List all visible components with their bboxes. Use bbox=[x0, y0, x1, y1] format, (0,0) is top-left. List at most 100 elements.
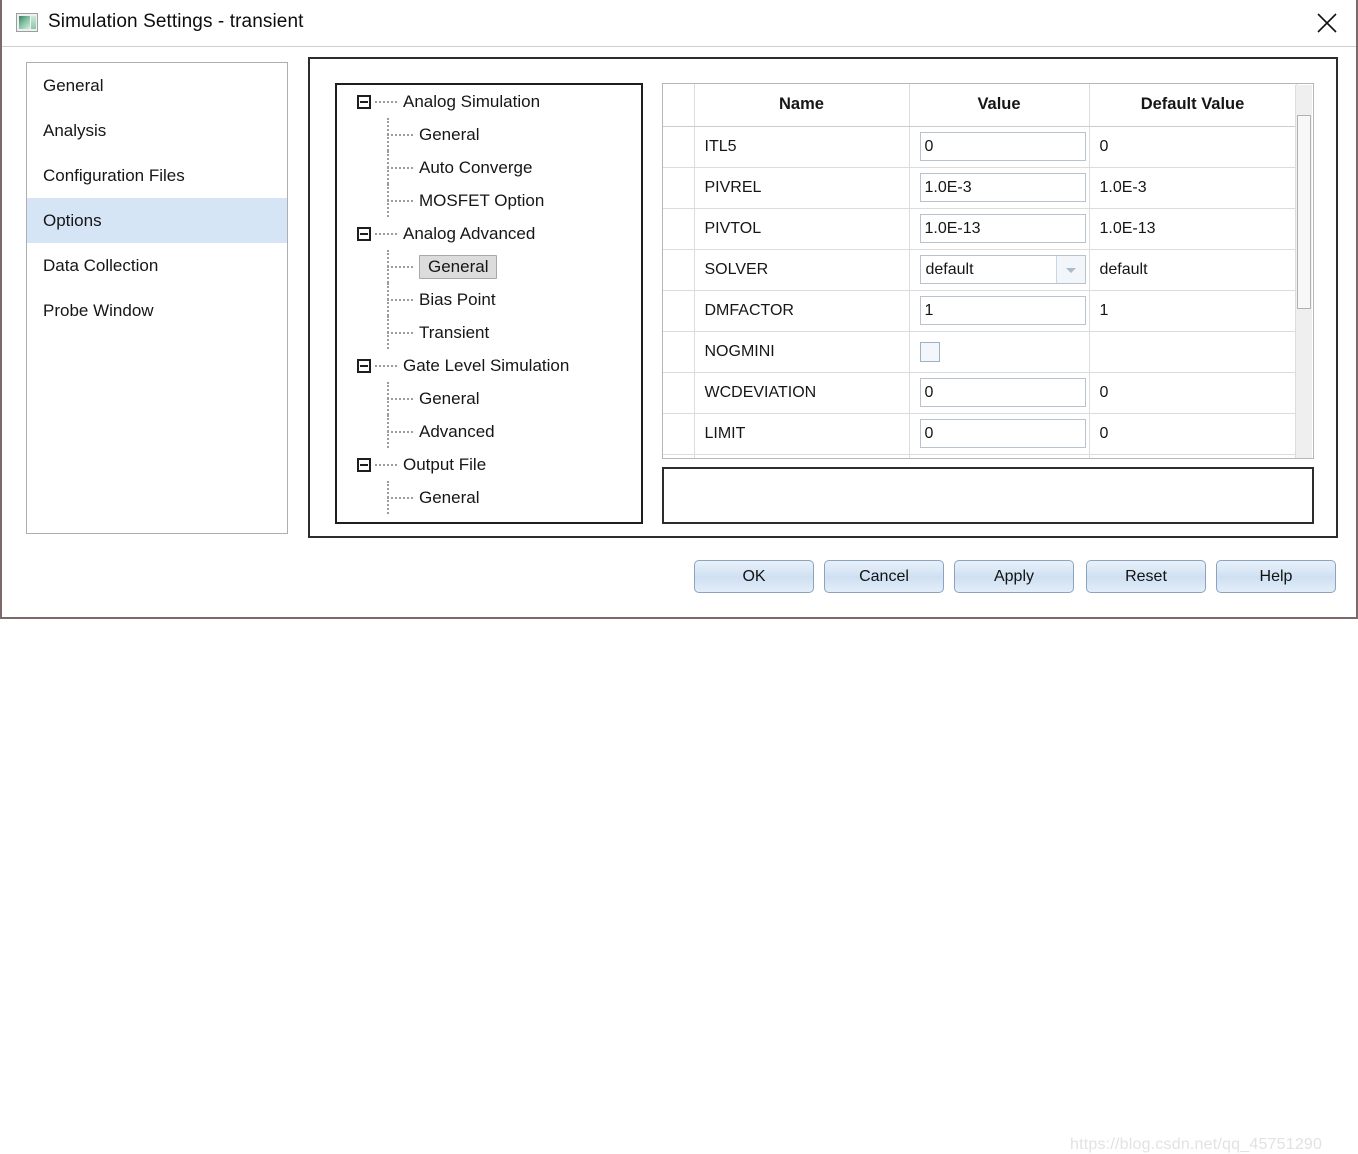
ok-button[interactable]: OK bbox=[694, 560, 814, 593]
table-vertical-scrollbar[interactable] bbox=[1295, 85, 1312, 458]
image-thumbnail-icon bbox=[16, 13, 38, 32]
tree-node-auto-converge[interactable]: Auto Converge bbox=[337, 151, 641, 184]
tree-connector-horizontal bbox=[387, 299, 413, 302]
settings-category-list[interactable]: General Analysis Configuration Files Option… bbox=[26, 62, 288, 534]
tree-node-mosfet-option[interactable]: MOSFET Option bbox=[337, 184, 641, 217]
option-default-value-cell: 1.0E-13 bbox=[1089, 208, 1297, 250]
options-table-head: Name Value Default Value bbox=[663, 84, 1297, 127]
tree-connector-horizontal bbox=[375, 365, 397, 368]
tree-node-label: Bias Point bbox=[419, 290, 496, 309]
apply-button[interactable]: Apply bbox=[954, 560, 1074, 593]
tree-node-transient[interactable]: Transient bbox=[337, 316, 641, 349]
option-value-cell bbox=[909, 454, 1090, 458]
option-default-value-cell: 1.0E-3 bbox=[1089, 167, 1297, 209]
option-value-cell bbox=[909, 413, 1090, 455]
close-glyph bbox=[1317, 13, 1337, 33]
sidebar-item-options[interactable]: Options bbox=[27, 198, 287, 243]
option-default-value-cell: 0 bbox=[1089, 126, 1297, 168]
tree-connector-horizontal bbox=[387, 431, 413, 434]
tree-node-output-file[interactable]: Output File bbox=[337, 448, 641, 481]
table-row: PIVREL 1.0E-3 bbox=[663, 167, 1297, 209]
row-gutter-cell[interactable] bbox=[663, 208, 695, 250]
table-row: ITL5 0 bbox=[663, 126, 1297, 168]
tree-node-general[interactable]: General bbox=[337, 481, 641, 514]
close-icon[interactable] bbox=[1304, 0, 1350, 46]
table-header-name: Name bbox=[694, 84, 910, 127]
table-row: WCDEVIATION 0 bbox=[663, 372, 1297, 414]
table-row: PIVTOL 1.0E-13 bbox=[663, 208, 1297, 250]
window-title: Simulation Settings - transient bbox=[48, 11, 304, 32]
tree-connector-horizontal bbox=[375, 464, 397, 467]
row-gutter-cell[interactable] bbox=[663, 454, 695, 458]
cancel-button[interactable]: Cancel bbox=[824, 560, 944, 593]
collapse-minus-icon[interactable] bbox=[357, 95, 371, 109]
collapse-minus-icon[interactable] bbox=[357, 458, 371, 472]
tree-connector-horizontal bbox=[387, 332, 413, 335]
options-table-body: ITL5 0 PIVREL 1.0E-3 PIVTOL 1.0E-13 SOLVER defa… bbox=[663, 126, 1297, 458]
tree-node-general[interactable]: General bbox=[337, 382, 641, 415]
option-value-input[interactable] bbox=[919, 214, 1086, 243]
tree-node-bias-point[interactable]: Bias Point bbox=[337, 283, 641, 316]
option-default-value-cell bbox=[1089, 331, 1297, 373]
reset-button[interactable]: Reset bbox=[1086, 560, 1206, 593]
tree-connector-horizontal bbox=[375, 101, 397, 104]
row-gutter-cell[interactable] bbox=[663, 290, 695, 332]
sidebar-item-data-collection[interactable]: Data Collection bbox=[27, 243, 287, 288]
option-value-input[interactable] bbox=[919, 132, 1086, 161]
option-description-box bbox=[662, 467, 1314, 524]
app-icon-right-swatch bbox=[31, 16, 36, 29]
option-name-cell: PIVREL bbox=[694, 167, 910, 209]
tree-node-analog-simulation[interactable]: Analog Simulation bbox=[337, 85, 641, 118]
option-value-input[interactable] bbox=[919, 173, 1086, 202]
app-icon-left-swatch bbox=[19, 16, 30, 29]
tree-node-label: Analog Advanced bbox=[403, 224, 536, 243]
row-gutter-cell[interactable] bbox=[663, 249, 695, 291]
option-name-cell: NOGMINI bbox=[694, 331, 910, 373]
row-gutter-cell[interactable] bbox=[663, 372, 695, 414]
sidebar-item-general[interactable]: General bbox=[27, 63, 287, 108]
row-gutter-cell[interactable] bbox=[663, 126, 695, 168]
tree-node-general[interactable]: General bbox=[337, 118, 641, 151]
tree-connector-horizontal bbox=[387, 398, 413, 401]
option-name-cell: ITL5 bbox=[694, 126, 910, 168]
tree-node-gate-level-simulation[interactable]: Gate Level Simulation bbox=[337, 349, 641, 382]
option-name-cell bbox=[694, 454, 910, 458]
option-value-input[interactable] bbox=[919, 296, 1086, 325]
scrollbar-thumb[interactable] bbox=[1297, 115, 1311, 309]
chevron-down-icon[interactable] bbox=[1055, 256, 1085, 283]
option-default-value-cell: 1 bbox=[1089, 290, 1297, 332]
sidebar-item-configuration-files[interactable]: Configuration Files bbox=[27, 153, 287, 198]
option-value-checkbox[interactable] bbox=[919, 341, 940, 362]
tree-node-analog-advanced[interactable]: Analog Advanced bbox=[337, 217, 641, 250]
option-value-dropdown[interactable]: default bbox=[919, 255, 1086, 284]
tree-node-label: MOSFET Option bbox=[419, 191, 545, 210]
sidebar-item-probe-window[interactable]: Probe Window bbox=[27, 288, 287, 333]
tree-node-label: Advanced bbox=[419, 422, 495, 441]
table-row: LIMIT 0 bbox=[663, 413, 1297, 455]
collapse-minus-icon[interactable] bbox=[357, 359, 371, 373]
tree-node-advanced[interactable]: Advanced bbox=[337, 415, 641, 448]
tree-node-label: General bbox=[419, 255, 498, 279]
table-header-default-value: Default Value bbox=[1089, 84, 1297, 127]
sidebar-item-analysis[interactable]: Analysis bbox=[27, 108, 287, 153]
options-tree[interactable]: Analog Simulation General Auto Converge MOS… bbox=[335, 83, 643, 524]
option-value-cell: default bbox=[909, 249, 1090, 291]
dropdown-selected-value: default bbox=[925, 261, 974, 278]
row-gutter-cell[interactable] bbox=[663, 413, 695, 455]
tree-node-general[interactable]: General bbox=[337, 250, 641, 283]
tree-connector-horizontal bbox=[375, 233, 397, 236]
table-row bbox=[663, 454, 1297, 458]
tree-node-label: Auto Converge bbox=[419, 158, 533, 177]
tree-node-label: Transient bbox=[419, 323, 490, 342]
row-gutter-cell[interactable] bbox=[663, 331, 695, 373]
collapse-minus-icon[interactable] bbox=[357, 227, 371, 241]
options-table: Name Value Default Value ITL5 0 PIVREL 1.0E… bbox=[663, 84, 1297, 458]
option-value-input[interactable] bbox=[919, 378, 1086, 407]
help-button[interactable]: Help bbox=[1216, 560, 1336, 593]
option-value-cell bbox=[909, 208, 1090, 250]
table-row: NOGMINI bbox=[663, 331, 1297, 373]
row-gutter-cell[interactable] bbox=[663, 167, 695, 209]
option-value-input[interactable] bbox=[919, 419, 1086, 448]
tree-connector-horizontal bbox=[387, 134, 413, 137]
tree-node-label: General bbox=[419, 389, 480, 408]
